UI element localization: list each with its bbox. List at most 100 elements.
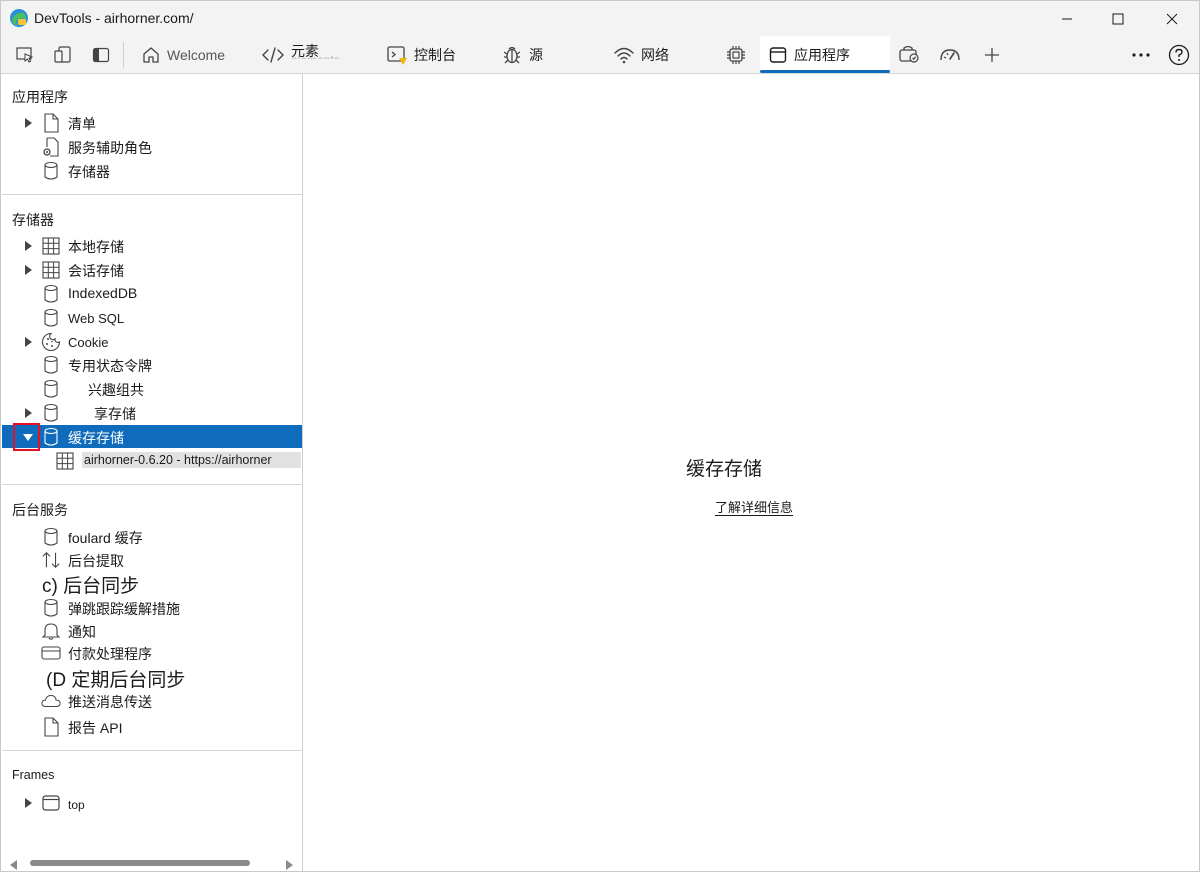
bell-icon <box>41 620 61 641</box>
tree-item-label: Web SQL <box>68 311 125 326</box>
tree-item-label: foulard 缓存 <box>68 530 143 546</box>
database-icon <box>41 307 61 328</box>
grid-icon <box>41 235 61 256</box>
tree-item-indexeddb[interactable]: IndexedDB <box>2 282 302 305</box>
tab-sources[interactable]: 源 <box>501 36 543 73</box>
highlight-box <box>13 423 40 451</box>
more-icon[interactable] <box>1128 36 1154 73</box>
tree-item-label: 推送消息传送 <box>68 694 152 710</box>
scroll-left-icon[interactable] <box>10 858 18 871</box>
devtools-window: DevTools - airhorner.com/ Welcome 元素 ele… <box>0 0 1200 872</box>
tree-item-bounce-tracking[interactable]: 弹跳跟踪缓解措施 <box>2 596 302 619</box>
tab-sources-label: 源 <box>529 46 543 63</box>
section-divider <box>2 750 302 751</box>
section-divider <box>2 484 302 485</box>
expand-arrow-icon[interactable] <box>22 330 34 353</box>
tab-network[interactable]: 网络 <box>613 36 669 73</box>
tree-item-push-messaging[interactable]: 推送消息传送 <box>2 689 302 712</box>
close-button[interactable] <box>1149 1 1195 36</box>
tree-item-cache-storage[interactable]: 缓存存储 <box>2 423 302 451</box>
tree-item-manifest[interactable]: 清单 <box>2 111 302 134</box>
database-icon <box>41 354 61 375</box>
tree-item-label: 专用状态令牌 <box>68 358 152 374</box>
frame-icon <box>41 792 61 813</box>
performance-icon[interactable] <box>723 36 749 73</box>
tree-item-label: 报告 API <box>68 720 123 736</box>
tree-item-service-workers[interactable]: 服务辅助角色 <box>2 135 302 158</box>
database-icon <box>41 402 61 423</box>
console-icon <box>386 44 408 66</box>
tree-item-label: airhorner-0.6.20 - https://airhorner <box>82 452 301 468</box>
learn-more-link-text[interactable]: 了解详细信息 <box>714 500 793 516</box>
expand-arrow-icon[interactable] <box>22 234 34 257</box>
tree-item-reporting-api[interactable]: 报告 API <box>2 715 302 738</box>
tree-item-label: (D 定期后台同步 <box>46 670 186 691</box>
scroll-right-icon[interactable] <box>285 858 293 871</box>
tree-item-background-fetch[interactable]: 后台提取 <box>2 548 302 571</box>
tree-item-payment-handler[interactable]: 付款处理程序 <box>2 641 302 664</box>
add-tab-icon[interactable] <box>979 36 1005 73</box>
tree-item-shared-storage[interactable]: 享存储 <box>2 401 302 424</box>
tree-item-label: IndexedDB <box>68 285 138 301</box>
sidebar-toggle-icon[interactable] <box>88 36 114 73</box>
window-title: DevTools - airhorner.com/ <box>34 10 194 26</box>
grid-icon <box>41 259 61 280</box>
tree-item-label: 会话存储 <box>68 263 124 279</box>
expand-arrow-icon[interactable] <box>22 111 34 134</box>
maximize-button[interactable] <box>1095 1 1141 36</box>
tree-item-cache-entry[interactable]: airhorner-0.6.20 - https://airhorner <box>2 449 302 472</box>
wifi-icon <box>613 45 635 65</box>
tree-item-storage-overview[interactable]: 存储器 <box>2 159 302 182</box>
learn-more-link[interactable]: 了解详细信息 <box>304 497 1200 516</box>
tree-item-local-storage[interactable]: 本地存储 <box>2 234 302 257</box>
grid-icon <box>55 450 75 471</box>
expand-arrow-icon[interactable] <box>22 258 34 281</box>
security-icon[interactable] <box>895 36 923 73</box>
arrows-icon <box>41 549 61 570</box>
section-title-frames: Frames <box>12 768 55 782</box>
tree-item-web-sql[interactable]: Web SQL <box>2 306 302 329</box>
gear-file-icon <box>41 136 61 157</box>
cookie-icon <box>41 331 61 352</box>
tab-welcome[interactable]: Welcome <box>141 36 225 73</box>
title-bar: DevTools - airhorner.com/ <box>1 1 1199 36</box>
help-icon[interactable] <box>1165 36 1193 73</box>
sidebar-horizontal-scrollbar[interactable] <box>2 854 302 871</box>
tree-item-cookies[interactable]: Cookie <box>2 330 302 353</box>
tree-item-label: 后台提取 <box>68 553 124 569</box>
cloud-icon <box>41 690 61 711</box>
tree-item-label: 存储器 <box>68 164 110 180</box>
tree-item-back-forward-cache[interactable]: foulard 缓存 <box>2 525 302 548</box>
empty-state-title: 缓存存储 <box>685 459 762 480</box>
tree-item-label: 清单 <box>68 116 96 132</box>
bug-icon <box>501 44 523 66</box>
database-icon <box>41 526 61 547</box>
section-title-background-services: 后台服务 <box>12 502 68 518</box>
tab-elements-sublabel: elements <box>291 52 340 67</box>
tab-elements[interactable]: 元素 elements <box>261 36 340 73</box>
minimize-button[interactable] <box>1044 1 1090 36</box>
tree-item-private-state-tokens[interactable]: 专用状态令牌 <box>2 353 302 376</box>
tree-item-periodic-background-sync[interactable]: (D 定期后台同步 <box>2 664 302 691</box>
tab-application[interactable]: 应用程序 <box>760 36 890 73</box>
scrollbar-thumb[interactable] <box>30 860 250 866</box>
expand-arrow-icon[interactable] <box>22 791 34 814</box>
devtools-toolbar: Welcome 元素 elements 控制台 源 网络 应用程序 <box>1 36 1199 74</box>
tree-item-background-sync[interactable]: c) 后台同步 <box>2 570 302 597</box>
lighthouse-icon[interactable] <box>936 36 964 73</box>
tree-item-label: 弹跳跟踪缓解措施 <box>68 601 180 617</box>
expand-arrow-icon[interactable] <box>22 401 34 424</box>
tree-item-notifications[interactable]: 通知 <box>2 619 302 642</box>
tab-console[interactable]: 控制台 <box>386 36 456 73</box>
cache-storage-pane: 缓存存储 了解详细信息 <box>304 74 1199 871</box>
tree-item-session-storage[interactable]: 会话存储 <box>2 258 302 281</box>
edge-devtools-icon <box>9 8 29 28</box>
file-icon <box>41 716 61 737</box>
tab-application-label: 应用程序 <box>794 46 850 63</box>
device-emulation-icon[interactable] <box>50 36 76 73</box>
tree-item-frame-top[interactable]: top <box>2 791 302 814</box>
tree-item-label: 缓存存储 <box>68 430 124 446</box>
tree-item-interest-groups[interactable]: 兴趣组共 <box>2 377 302 400</box>
inspect-icon[interactable] <box>12 36 38 73</box>
section-title-storage: 存储器 <box>12 212 54 228</box>
